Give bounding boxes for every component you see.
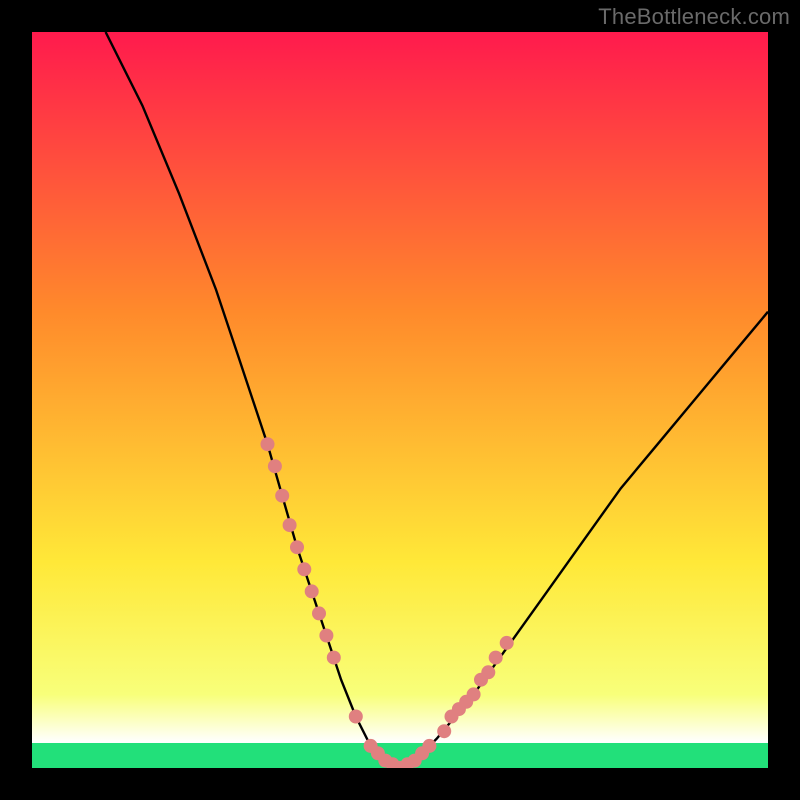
attribution-text: TheBottleneck.com (598, 4, 790, 30)
gradient-background (32, 32, 768, 768)
data-marker (422, 739, 436, 753)
data-marker (290, 540, 304, 554)
data-marker (481, 665, 495, 679)
data-marker (261, 437, 275, 451)
data-marker (500, 636, 514, 650)
data-marker (489, 651, 503, 665)
data-marker (327, 651, 341, 665)
data-marker (297, 562, 311, 576)
data-marker (319, 629, 333, 643)
chart-frame: TheBottleneck.com (0, 0, 800, 800)
data-marker (275, 489, 289, 503)
data-marker (349, 710, 363, 724)
data-marker (268, 459, 282, 473)
data-marker (312, 606, 326, 620)
data-marker (305, 584, 319, 598)
data-marker (467, 687, 481, 701)
data-marker (283, 518, 297, 532)
bottleneck-chart (32, 32, 768, 768)
data-marker (437, 724, 451, 738)
